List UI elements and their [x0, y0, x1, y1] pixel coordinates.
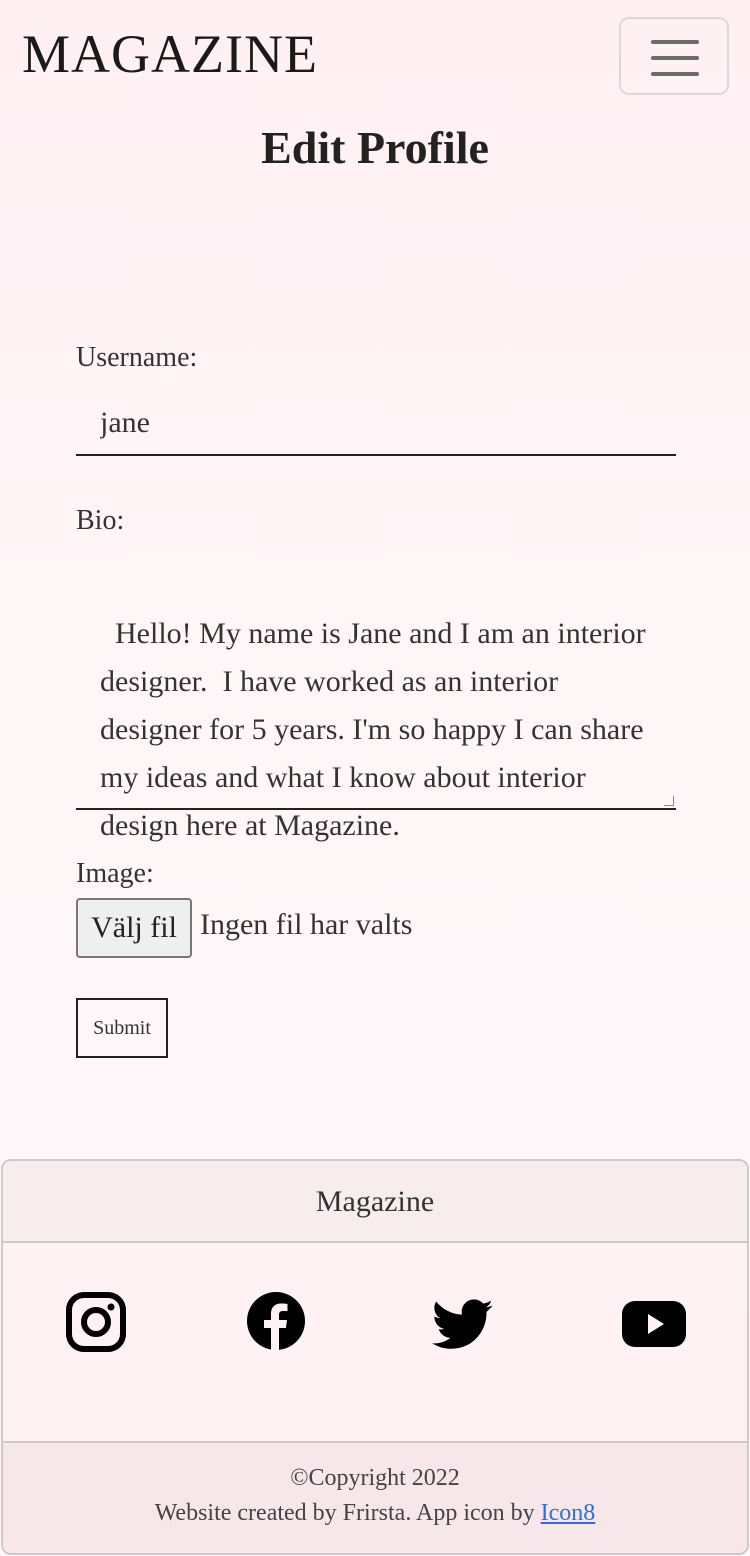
copyright-text: ©Copyright 2022	[290, 1465, 460, 1491]
social-links	[3, 1243, 747, 1443]
choose-file-button[interactable]: Välj fil	[76, 898, 192, 958]
footer-title: Magazine	[3, 1161, 747, 1243]
youtube-icon[interactable]	[622, 1301, 686, 1347]
page-title: Edit Profile	[261, 122, 489, 173]
facebook-icon[interactable]	[246, 1291, 306, 1351]
credits-prefix: Website created by Frirsta. App icon by	[154, 1500, 541, 1526]
image-label: Image:	[76, 858, 154, 889]
resize-handle-icon[interactable]	[664, 796, 674, 806]
username-input[interactable]	[76, 392, 676, 456]
menu-toggle-button[interactable]	[619, 17, 729, 95]
navbar: MAGAZINE	[0, 0, 750, 110]
hamburger-menu-icon-bar	[651, 72, 699, 76]
bio-textarea[interactable]: Hello! My name is Jane and I am an inter…	[76, 552, 676, 842]
instagram-icon[interactable]	[65, 1291, 127, 1353]
bio-text: Hello! My name is Jane and I am an inter…	[100, 617, 654, 842]
brand-logo[interactable]: MAGAZINE	[22, 24, 318, 84]
credits-text: Website created by Frirsta. App icon by …	[3, 1493, 747, 1533]
icon8-link[interactable]: Icon8	[541, 1500, 596, 1526]
submit-button[interactable]: Submit	[76, 998, 168, 1058]
file-status-text: Ingen fil har valts	[200, 908, 413, 941]
bio-label: Bio:	[76, 505, 125, 536]
hamburger-menu-icon	[651, 40, 699, 44]
twitter-icon[interactable]	[432, 1297, 494, 1353]
username-label: Username:	[76, 342, 198, 373]
hamburger-menu-icon-bar	[651, 56, 699, 60]
footer: Magazine ©Copyright 2022 Website created…	[1, 1159, 749, 1555]
footer-bottom: ©Copyright 2022 Website created by Frirs…	[3, 1443, 747, 1553]
